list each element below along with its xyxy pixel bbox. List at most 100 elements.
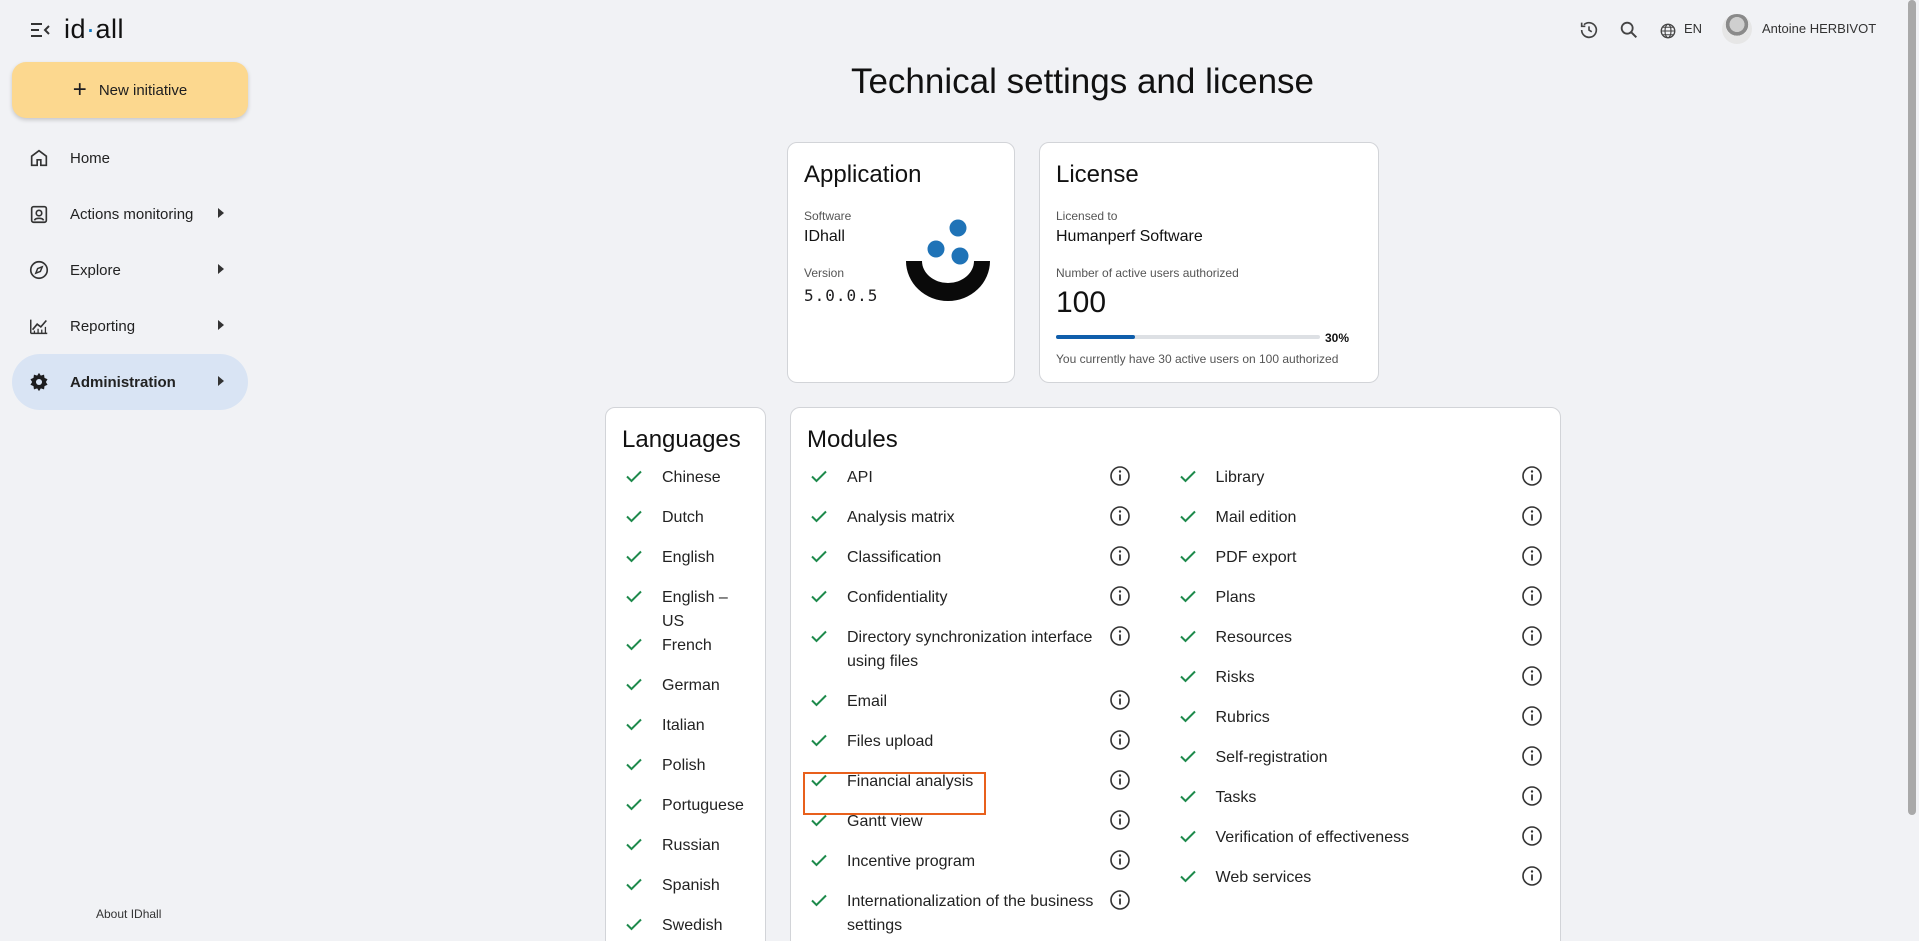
check-icon [807, 728, 831, 752]
check-icon [622, 912, 646, 936]
sidebar-item-explore[interactable]: Explore [12, 242, 248, 298]
list-item-label: Directory synchronization interface usin… [847, 629, 1093, 670]
caret-right-icon [218, 264, 224, 274]
check-icon [1176, 664, 1200, 688]
sidebar-item-actions-monitoring[interactable]: Actions monitoring [12, 186, 248, 242]
check-icon [622, 712, 646, 736]
info-icon[interactable] [1108, 768, 1132, 792]
list-item-dutch: Dutch [622, 506, 749, 546]
check-icon [622, 792, 646, 816]
check-icon [1176, 784, 1200, 808]
list-item-self-registration: Self-registration [1176, 746, 1545, 786]
info-icon[interactable] [1520, 704, 1544, 728]
about-link[interactable]: About IDhall [96, 907, 161, 921]
list-item-label: English [662, 549, 715, 566]
list-item-label: Plans [1215, 589, 1256, 606]
list-item-label: Classification [847, 549, 942, 566]
info-icon[interactable] [1108, 688, 1132, 712]
info-icon[interactable] [1520, 504, 1544, 528]
modules-list-right: Library Mail edition PDF export Plans Resour… [1176, 466, 1545, 941]
list-item-rubrics: Rubrics [1176, 706, 1545, 746]
info-icon[interactable] [1108, 624, 1132, 648]
scrollbar[interactable] [1905, 0, 1919, 941]
list-item-email: Email [807, 690, 1176, 730]
info-icon[interactable] [1108, 544, 1132, 568]
licensed-to-value: Humanperf Software [1056, 228, 1203, 245]
sidebar-item-home[interactable]: Home [12, 130, 248, 186]
sidebar-item-label: Reporting [70, 317, 136, 335]
info-icon[interactable] [1520, 864, 1544, 888]
list-item-label: Portuguese [662, 797, 744, 814]
info-icon[interactable] [1108, 728, 1132, 752]
scrollbar-thumb[interactable] [1908, 0, 1916, 815]
info-icon[interactable] [1520, 624, 1544, 648]
list-item-directory-synchronization-interface-using-files: Directory synchronization interface usin… [807, 626, 1176, 690]
list-item-label: English – US [662, 589, 728, 630]
check-icon [807, 464, 831, 488]
check-icon [807, 544, 831, 568]
menu-collapse-icon[interactable] [28, 18, 52, 42]
list-item-analysis-matrix: Analysis matrix [807, 506, 1176, 546]
list-item-label: PDF export [1215, 549, 1297, 566]
list-item-label: Swedish [662, 917, 723, 934]
list-item-italian: Italian [622, 714, 749, 754]
info-icon[interactable] [1108, 504, 1132, 528]
info-icon[interactable] [1108, 888, 1132, 912]
application-card-title: Application [804, 161, 922, 188]
list-item-label: French [662, 637, 712, 654]
active-users-value: 100 [1056, 286, 1107, 319]
check-icon [807, 888, 831, 912]
list-item-pdf-export: PDF export [1176, 546, 1545, 586]
modules-card-title: Modules [807, 426, 898, 453]
financial-analysis-highlight [803, 772, 986, 815]
sidebar-item-label: Actions monitoring [70, 205, 194, 223]
info-icon[interactable] [1108, 584, 1132, 608]
info-icon[interactable] [1520, 784, 1544, 808]
check-icon [622, 584, 646, 608]
search-icon[interactable] [1617, 18, 1641, 42]
list-item-incentive-program: Incentive program [807, 850, 1176, 890]
list-item-label: Library [1215, 469, 1265, 486]
list-item-russian: Russian [622, 834, 749, 874]
history-icon[interactable] [1577, 18, 1601, 42]
list-item-chinese: Chinese [622, 466, 749, 506]
app-logo[interactable]: id·all [64, 14, 124, 45]
list-item-label: Dutch [662, 509, 704, 526]
user-name[interactable]: Antoine HERBIVOT [1762, 21, 1876, 36]
info-icon[interactable] [1108, 464, 1132, 488]
info-icon[interactable] [1520, 584, 1544, 608]
languages-list: Chinese Dutch English English – US French Ger… [622, 466, 749, 941]
info-icon[interactable] [1520, 544, 1544, 568]
check-icon [622, 672, 646, 696]
list-item-label: Spanish [662, 877, 720, 894]
list-item-label: Resources [1215, 629, 1292, 646]
check-icon [1176, 624, 1200, 648]
list-item-gantt-view: Gantt view [807, 810, 1176, 850]
sidebar-nav: Home Actions monitoring Explore Reportin… [12, 130, 248, 410]
license-card-title: License [1056, 161, 1139, 188]
list-item-label: Email [847, 693, 888, 710]
list-item-resources: Resources [1176, 626, 1545, 666]
info-icon[interactable] [1520, 824, 1544, 848]
info-icon[interactable] [1520, 744, 1544, 768]
list-item-plans: Plans [1176, 586, 1545, 626]
language-selector[interactable]: EN [1684, 21, 1702, 36]
info-icon[interactable] [1108, 808, 1132, 832]
check-icon [1176, 584, 1200, 608]
info-icon[interactable] [1520, 464, 1544, 488]
list-item-portuguese: Portuguese [622, 794, 749, 834]
caret-right-icon [218, 376, 224, 386]
check-icon [807, 504, 831, 528]
list-item-swedish: Swedish [622, 914, 749, 941]
list-item-english: English [622, 546, 749, 586]
clipboard-user-icon [28, 203, 50, 225]
info-icon[interactable] [1108, 848, 1132, 872]
modules-list-left: API Analysis matrix Classification Confiden… [807, 466, 1176, 941]
globe-icon[interactable] [1656, 19, 1680, 43]
list-item-spanish: Spanish [622, 874, 749, 914]
avatar[interactable] [1722, 14, 1752, 44]
sidebar-item-administration[interactable]: Administration [12, 354, 248, 410]
info-icon[interactable] [1520, 664, 1544, 688]
sidebar-item-reporting[interactable]: Reporting [12, 298, 248, 354]
check-icon [807, 624, 831, 648]
